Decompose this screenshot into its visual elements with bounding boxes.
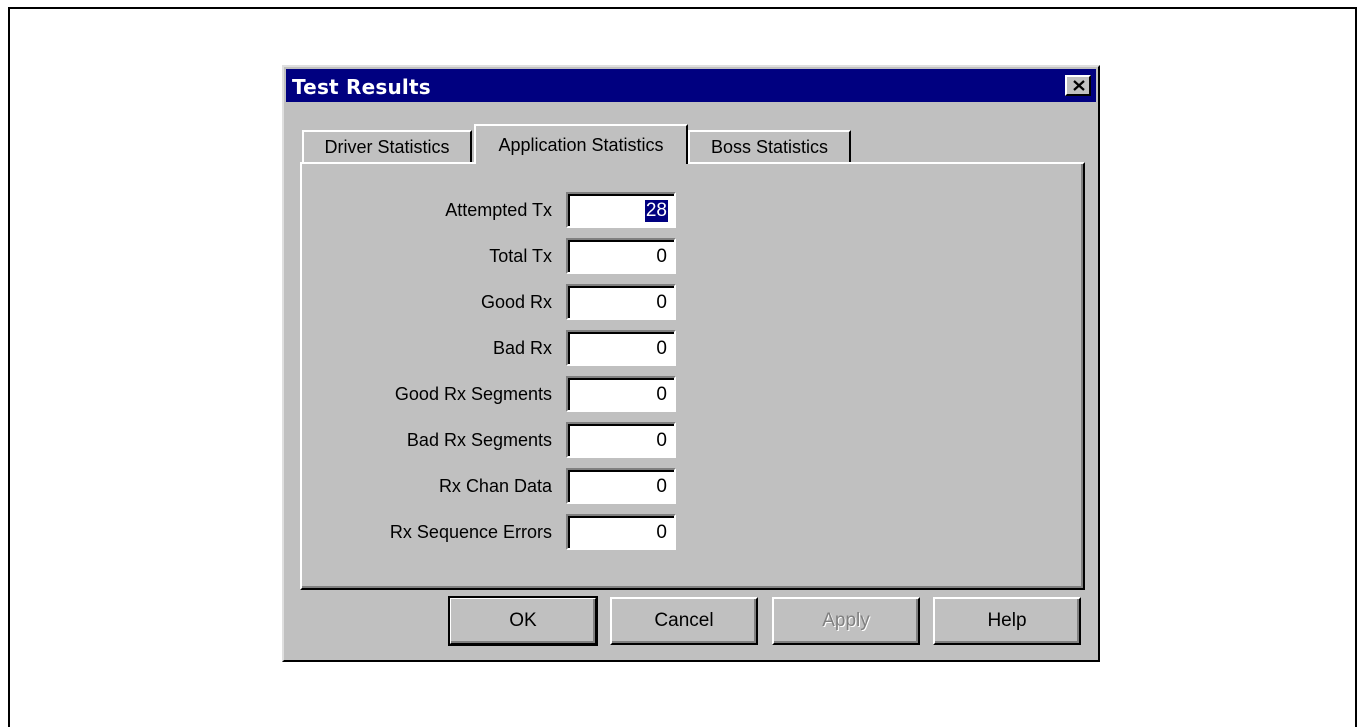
field-label: Good Rx Segments xyxy=(394,384,552,404)
title-bar[interactable]: Test Results xyxy=(286,69,1096,102)
field-row-rx-chan-data: Rx Chan Data 0 xyxy=(302,468,702,504)
field-value: 0 xyxy=(656,522,667,543)
field-row-good-rx: Good Rx 0 xyxy=(302,284,702,320)
tab-boss-statistics[interactable]: Boss Statistics xyxy=(688,130,851,162)
bad-rx-field[interactable]: 0 xyxy=(566,330,676,366)
ok-button[interactable]: OK xyxy=(448,596,598,646)
field-label: Good Rx xyxy=(480,292,552,312)
rx-chan-data-field[interactable]: 0 xyxy=(566,468,676,504)
field-value: 0 xyxy=(656,246,667,267)
field-row-good-rx-segments: Good Rx Segments 0 xyxy=(302,376,702,412)
tab-driver-statistics[interactable]: Driver Statistics xyxy=(302,130,472,162)
bad-rx-segments-field[interactable]: 0 xyxy=(566,422,676,458)
field-row-bad-rx: Bad Rx 0 xyxy=(302,330,702,366)
field-label: Bad Rx Segments xyxy=(406,430,552,450)
apply-button[interactable]: Apply xyxy=(772,597,920,645)
field-label: Rx Chan Data xyxy=(438,476,552,496)
field-value: 28 xyxy=(643,199,670,223)
field-row-rx-sequence-errors: Rx Sequence Errors 0 xyxy=(302,514,702,550)
test-results-dialog: Test Results Driver Statistics Applicati… xyxy=(282,65,1100,662)
field-label: Total Tx xyxy=(489,246,552,266)
cancel-button[interactable]: Cancel xyxy=(610,597,758,645)
field-value: 0 xyxy=(656,292,667,313)
field-value: 0 xyxy=(656,476,667,497)
close-x-icon xyxy=(1073,80,1085,91)
field-label: Bad Rx xyxy=(492,338,552,358)
dialog-title: Test Results xyxy=(292,75,431,99)
field-row-bad-rx-segments: Bad Rx Segments 0 xyxy=(302,422,702,458)
tab-application-statistics[interactable]: Application Statistics xyxy=(474,124,688,164)
field-row-total-tx: Total Tx 0 xyxy=(302,238,702,274)
attempted-tx-field[interactable]: 28 xyxy=(566,192,676,228)
field-value: 0 xyxy=(656,384,667,405)
close-button[interactable] xyxy=(1065,75,1091,96)
field-value: 0 xyxy=(656,430,667,451)
good-rx-segments-field[interactable]: 0 xyxy=(566,376,676,412)
total-tx-field[interactable]: 0 xyxy=(566,238,676,274)
rx-sequence-errors-field[interactable]: 0 xyxy=(566,514,676,550)
field-label: Rx Sequence Errors xyxy=(389,522,552,542)
tab-panel-application-statistics: Attempted Tx 28 Total Tx 0 Good Rx 0 Bad… xyxy=(300,162,1085,590)
field-label: Attempted Tx xyxy=(445,200,552,220)
field-value: 0 xyxy=(656,338,667,359)
good-rx-field[interactable]: 0 xyxy=(566,284,676,320)
help-button[interactable]: Help xyxy=(933,597,1081,645)
field-row-attempted-tx: Attempted Tx 28 xyxy=(302,192,702,228)
